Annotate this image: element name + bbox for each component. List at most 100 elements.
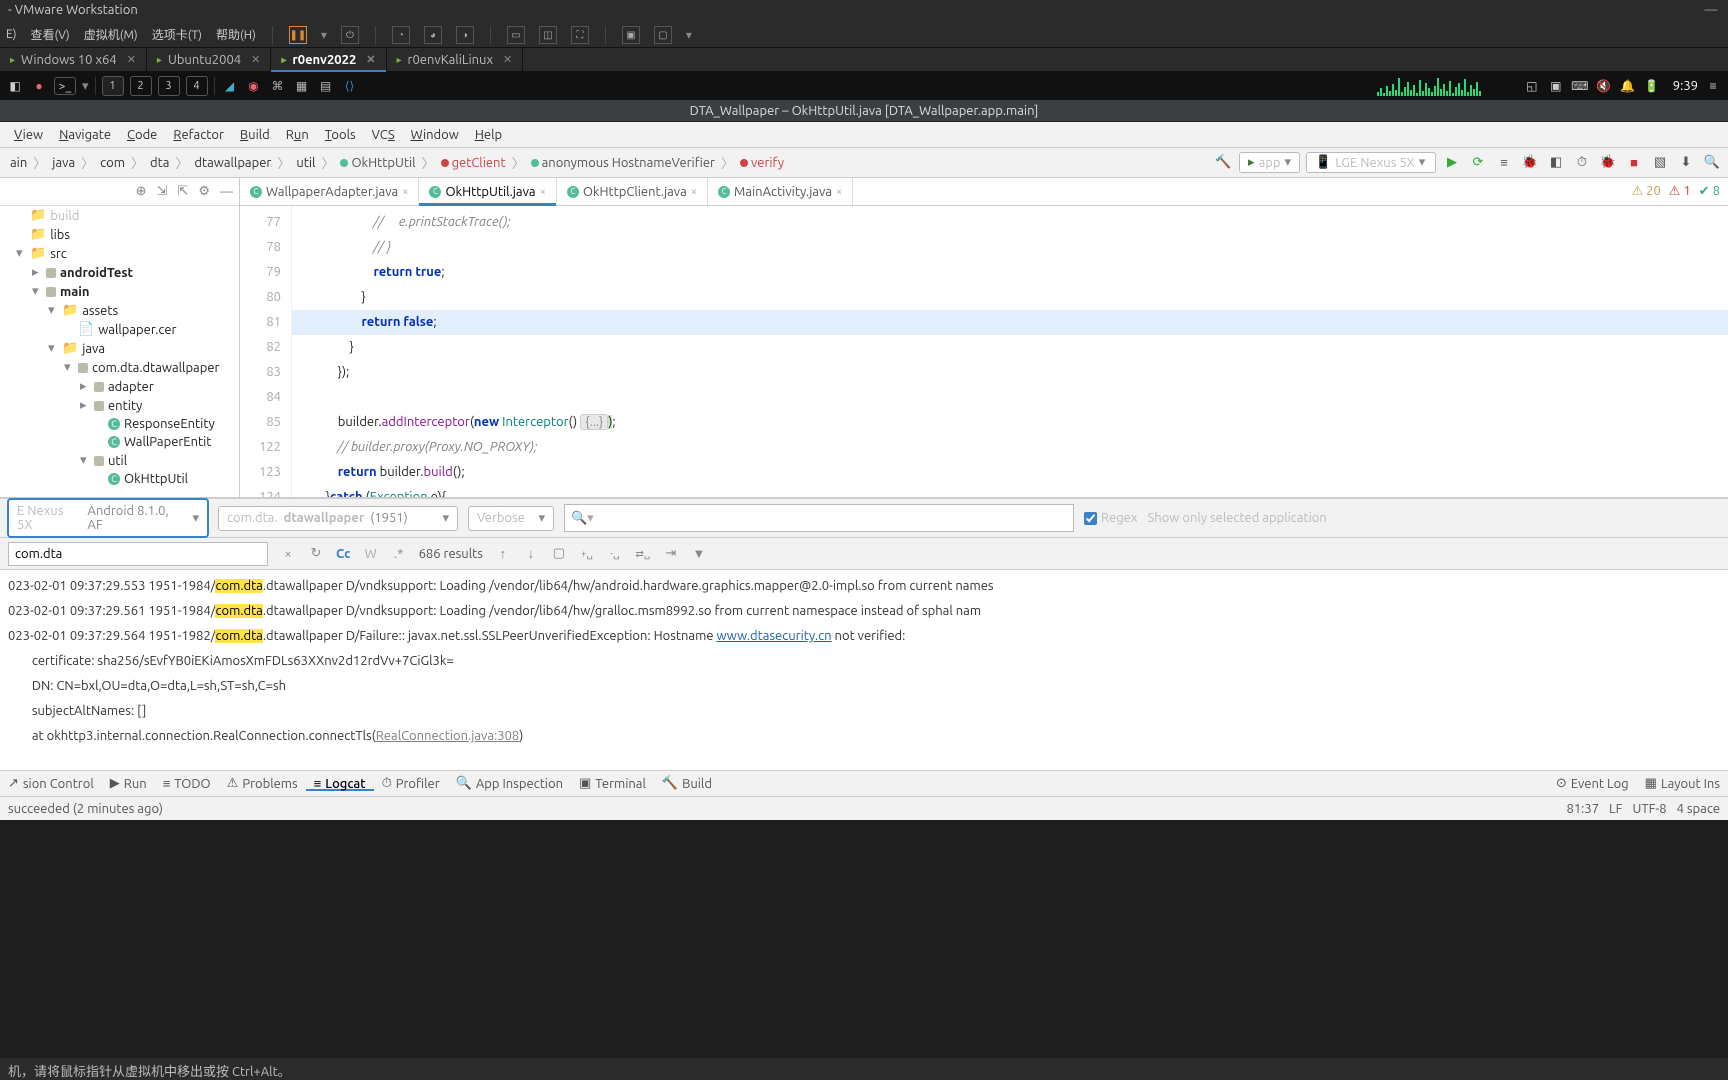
console-icon[interactable]: ▣ (622, 26, 640, 44)
tool-tab[interactable]: ↗ sion Control (0, 776, 102, 791)
tree-item[interactable]: ▾com.dta.dtawallpaper (0, 358, 239, 377)
logcat-app-combo[interactable]: com.dta.dtawallpaper(1951)▾ (218, 506, 458, 531)
manage-icon[interactable]: ◑ (456, 26, 474, 44)
words-icon[interactable]: W (363, 547, 379, 561)
code-area[interactable]: 777879808182838485122123124 // e.printSt… (240, 206, 1728, 497)
tree-item[interactable]: CResponseEntity (0, 415, 239, 433)
match-case-icon[interactable]: Cc (336, 547, 351, 561)
view-icon[interactable]: ▭ (507, 26, 525, 44)
clear-icon[interactable]: × (280, 547, 296, 561)
vscode-icon[interactable]: ⟨⟩ (341, 77, 359, 95)
tool-tab[interactable]: ⚠ Problems (219, 776, 306, 791)
regex-icon[interactable]: .* (391, 547, 407, 561)
tree-item[interactable]: ▾main (0, 282, 239, 301)
logcat-output[interactable]: 023-02-01 09:37:29.553 1951-1984/com.dta… (0, 570, 1728, 770)
tree-item[interactable]: ▸entity (0, 396, 239, 415)
tree-item[interactable]: ▾📁assets (0, 301, 239, 320)
fullscreen-icon[interactable]: ⛶ (571, 26, 589, 44)
minimize-icon[interactable]: — (1702, 3, 1720, 17)
apply-changes-icon[interactable]: ⟳ (1468, 153, 1488, 173)
menu-icon[interactable]: ≡ (1704, 77, 1722, 95)
ide-menu-item[interactable]: Run (280, 126, 315, 144)
wireshark-icon[interactable]: ◢ (221, 77, 239, 95)
pause-vm-icon[interactable]: ❚❚ (289, 26, 307, 44)
close-icon[interactable]: ✕ (251, 53, 260, 66)
vm-tab[interactable]: ▸Windows 10 x64✕ (0, 48, 147, 71)
tree-item[interactable]: COkHttpUtil (0, 470, 239, 488)
vm-tab[interactable]: ▸r0envKaliLinux✕ (387, 48, 524, 71)
logcat-level-combo[interactable]: Verbose▾ (468, 506, 554, 531)
logcat-device-combo[interactable]: E Nexus 5XAndroid 8.1.0, AF▾ (8, 499, 208, 537)
logcat-find-input[interactable] (8, 542, 268, 566)
firefox-icon[interactable]: ● (30, 77, 48, 95)
select-opened-icon[interactable]: ⊕ (136, 184, 147, 199)
attach-icon[interactable]: 🐞 (1598, 153, 1618, 173)
app-menu-icon[interactable]: ◧ (6, 77, 24, 95)
error-icon[interactable]: ⚠ 1 (1669, 184, 1691, 199)
tree-item[interactable]: 📄wallpaper.cer (0, 320, 239, 339)
tree-item[interactable]: ▾📁java (0, 339, 239, 358)
tree-item[interactable]: ▾📁src (0, 244, 239, 263)
crumb[interactable]: java (46, 153, 81, 173)
vmware-menu-item[interactable]: 虚拟机(M) (84, 26, 138, 43)
crumb[interactable]: OkHttpUtil (334, 153, 421, 173)
vm-tab[interactable]: ▸r0env2022✕ (271, 48, 386, 71)
remove-selection-icon[interactable]: -␣ (607, 548, 623, 560)
tree-item[interactable]: 📁libs (0, 225, 239, 244)
search-icon[interactable]: 🔍 (1702, 153, 1722, 173)
cursor-position[interactable]: 81:37 (1567, 802, 1600, 816)
ide-menu-item[interactable]: Window (405, 126, 465, 144)
burp-icon[interactable]: ◉ (245, 77, 263, 95)
code-lines[interactable]: // e.printStackTrace(); // } return true… (292, 206, 1728, 497)
ide-menu-item[interactable]: Tools (319, 126, 362, 144)
line-separator[interactable]: LF (1609, 802, 1622, 816)
crumb[interactable]: getClient (435, 153, 512, 173)
tool-tab[interactable]: ▶ Run (102, 776, 155, 791)
editor-tab[interactable]: COkHttpUtil.java× (419, 178, 556, 205)
close-icon[interactable]: × (402, 186, 408, 198)
build-icon[interactable]: 🔨 (1213, 153, 1233, 173)
run-config-combo[interactable]: ▸app▾ (1239, 152, 1300, 173)
close-icon[interactable]: × (691, 186, 697, 198)
profiler-icon[interactable]: ⏱ (1572, 153, 1592, 173)
add-selection-icon[interactable]: +␣ (579, 548, 595, 560)
tray-icon[interactable]: ▣ (1547, 77, 1565, 95)
close-icon[interactable]: × (836, 186, 842, 198)
ide-menu-item[interactable]: Build (234, 126, 276, 144)
terminal2-icon[interactable]: ▤ (317, 77, 335, 95)
prev-match-icon[interactable]: ↑ (495, 546, 511, 561)
tree-item[interactable]: ▸androidTest (0, 263, 239, 282)
ide-menu-item[interactable]: View (8, 126, 49, 144)
volume-mute-icon[interactable]: 🔇 (1595, 77, 1613, 95)
crumb[interactable]: verify (734, 153, 790, 173)
editor-tab[interactable]: COkHttpClient.java× (557, 178, 708, 205)
close-icon[interactable]: ✕ (366, 53, 375, 66)
warning-icon[interactable]: ⚠ 20 (1631, 184, 1660, 199)
vm-tab[interactable]: ▸Ubuntu2004✕ (147, 48, 271, 71)
next-match-icon[interactable]: ↓ (523, 546, 539, 561)
tree-item[interactable]: 📁build (0, 206, 239, 225)
stop-icon[interactable]: ■ (1624, 153, 1644, 173)
snapshot-icon[interactable]: ◔ (392, 26, 410, 44)
revert-icon[interactable]: ◕ (424, 26, 442, 44)
close-icon[interactable]: ✕ (127, 53, 136, 66)
tool-tab[interactable]: 🔨 Build (654, 776, 720, 791)
tray-icon[interactable]: ◱ (1523, 77, 1541, 95)
toggle-icon[interactable]: ⇄␣ (635, 548, 651, 560)
encoding[interactable]: UTF-8 (1633, 802, 1667, 816)
export-icon[interactable]: ⇥ (663, 546, 679, 561)
power-vm-icon[interactable]: ⏻ (341, 26, 359, 44)
coverage-icon[interactable]: ◧ (1546, 153, 1566, 173)
terminal-icon[interactable]: >_ (54, 77, 76, 95)
crumb[interactable]: com (94, 153, 131, 173)
tool-tab[interactable]: ▦ Layout Ins (1637, 776, 1728, 791)
close-icon[interactable]: ✕ (503, 53, 512, 66)
logcat-filter-label[interactable]: Show only selected application (1147, 511, 1326, 525)
tool-tab[interactable]: ▣ Terminal (571, 776, 654, 791)
ide-menu-item[interactable]: Help (469, 126, 508, 144)
editor-tab[interactable]: CMainActivity.java× (708, 178, 853, 205)
ide-menu-item[interactable]: VCS (366, 126, 401, 144)
logcat-regex-checkbox[interactable]: Regex (1084, 511, 1137, 525)
workspace-button[interactable]: 4 (186, 76, 208, 96)
crumb[interactable]: dtawallpaper (188, 153, 277, 173)
